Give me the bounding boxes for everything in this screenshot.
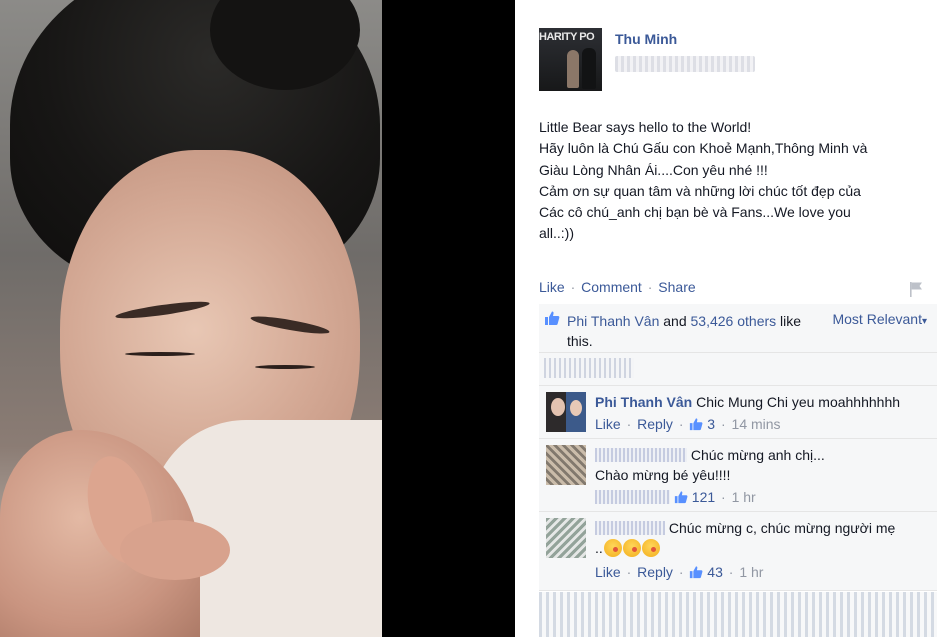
commenter-name[interactable]: Phi Thanh Vân [595,394,692,410]
comment-like-count[interactable]: 3 [707,416,715,432]
separator-dot: · [626,416,632,432]
separator-dot: · [626,564,632,580]
kiss-emoji-icon [622,539,641,557]
view-previous-comments-blurred[interactable] [539,353,937,386]
post-text-line: Giàu Lòng Nhân Ái....Con yêu nhé !!! [539,161,768,178]
share-link[interactable]: Share [658,279,695,295]
comment-reply-link[interactable]: Reply [637,564,673,580]
comment-like-count[interactable]: 43 [707,564,723,580]
kiss-emoji-icon [603,539,622,557]
commenter-name-blurred[interactable] [595,448,687,462]
comment-line: Chúc mừng anh chị... [595,445,931,465]
post-text-line: all..:)) [539,225,574,242]
likes-others-link[interactable]: 53,426 others [691,313,777,329]
post-actions: Like · Comment · Share [539,279,696,295]
comment-line: .. [595,538,931,558]
comment-actions: Like · Reply · 43 · 1 hr [595,564,763,580]
likes-summary: Phi Thanh Vân and 53,426 others like thi… [539,304,937,353]
comment-link[interactable]: Comment [581,279,642,295]
photo-baby-foot-2 [120,520,230,580]
comment-like-link[interactable]: Like [595,564,621,580]
post-text: Little Bear says hello to the World! Hãy… [539,117,929,245]
comment-body: Chúc mừng c, chúc mừng người mẹ .. [595,518,931,558]
comment-item: Phi Thanh Vân Chic Mung Chi yeu moahhhhh… [539,386,937,439]
comment-body: Chúc mừng anh chị... Chào mừng bé yêu!!!… [595,445,931,485]
liker-name[interactable]: Phi Thanh Vân [567,313,659,329]
post-text-line: Little Bear says hello to the World! [539,119,752,135]
comment-text: Chúc mừng c, chúc mừng người mẹ [668,520,896,536]
post-photo[interactable] [0,0,382,637]
post-text-line: Cảm ơn sự quan tâm và những lời chúc tốt… [539,182,861,199]
like-link[interactable]: Like [539,279,565,295]
comment-line: Phi Thanh Vân Chic Mung Chi yeu moahhhhh… [595,392,931,412]
comment-line: Chào mừng bé yêu!!!! [595,467,731,483]
author-name[interactable]: Thu Minh [615,31,677,47]
separator-dot: · [720,416,726,432]
comment-text: .. [595,540,603,556]
sort-dropdown[interactable]: Most Relevant▾ [832,311,927,327]
comment-time[interactable]: 1 hr [739,564,763,580]
comment-actions: 121 · 1 hr [595,489,756,505]
thumbs-up-icon [545,311,560,325]
separator-dot: · [647,279,653,295]
post-header: HARITY PO Thu Minh [539,28,929,92]
kiss-emoji-icon [641,539,660,557]
commenter-avatar[interactable] [546,392,586,432]
comment-item: Chúc mừng c, chúc mừng người mẹ .. Like … [539,512,937,591]
commenter-avatar-blurred[interactable] [546,518,586,558]
post-meta-blurred [615,56,755,72]
separator-dot: · [570,279,576,295]
comment-line: Chúc mừng c, chúc mừng người mẹ [595,518,931,538]
author-avatar[interactable]: HARITY PO [539,28,602,91]
comment-text: Chúc mừng anh chị... [690,447,825,463]
comment-body: Phi Thanh Vân Chic Mung Chi yeu moahhhhh… [595,392,931,412]
thumbs-up-icon [690,418,703,431]
commenter-avatar-blurred[interactable] [546,445,586,485]
flag-icon[interactable] [907,280,925,298]
thumbs-up-icon [674,491,688,504]
comment-like-link[interactable]: Like [595,416,621,432]
comment-time[interactable]: 14 mins [732,416,781,432]
photo-eye-right [255,365,315,369]
avatar-face [551,398,565,416]
post-panel: HARITY PO Thu Minh Little Bear says hell… [515,0,937,637]
comment-text: Chic Mung Chi yeu moahhhhhhh [696,394,901,410]
comment-actions-blurred [595,490,670,504]
avatar-face [570,400,582,416]
photo-eye-left [125,352,195,356]
commenter-name-blurred[interactable] [595,521,665,535]
avatar-banner: HARITY PO [539,31,595,43]
likes-text: Phi Thanh Vân and 53,426 others like thi… [567,311,822,351]
comment-item-blurred [539,592,937,637]
separator-dot: · [721,489,726,505]
comment-like-count[interactable]: 121 [692,489,715,505]
separator-dot: · [678,564,684,580]
likes-and: and [663,313,687,329]
thumbs-up-icon [690,566,703,579]
separator-dot: · [678,416,684,432]
post-text-line: Hãy luôn là Chú Gấu con Khoẻ Mạnh,Thông … [539,140,868,157]
comment-actions: Like · Reply · 3 · 14 mins [595,416,781,432]
avatar-figure [567,50,579,88]
comment-item: Chúc mừng anh chị... Chào mừng bé yêu!!!… [539,439,937,512]
caret-down-icon: ▾ [921,316,927,327]
comment-reply-link[interactable]: Reply [637,416,673,432]
avatar-figure [582,48,596,89]
blurred-text [544,358,634,378]
post-text-line: Các cô chú_anh chị bạn bè và Fans...We l… [539,204,851,221]
sort-label: Most Relevant [832,311,922,327]
comment-time[interactable]: 1 hr [732,489,756,505]
separator-dot: · [728,564,734,580]
